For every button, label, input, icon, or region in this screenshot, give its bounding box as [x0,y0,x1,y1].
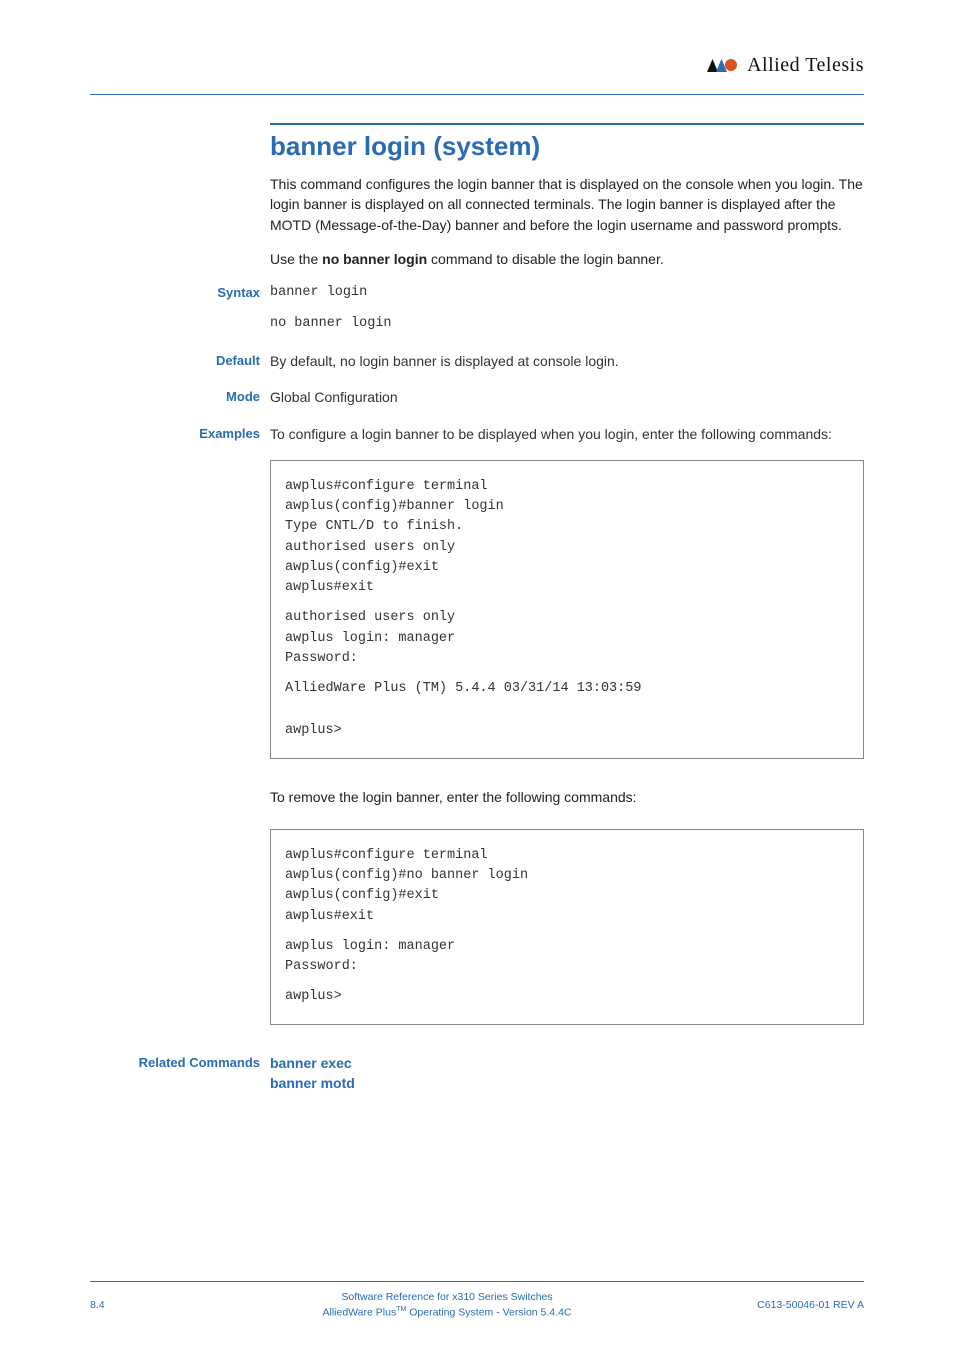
brand-logo: Allied Telesis [707,54,864,77]
mode-label: Mode [90,387,260,407]
syntax-line-2: no banner login [270,314,864,335]
command-description: This command configures the login banner… [270,174,864,235]
example-box-2: awplus#configure terminal awplus(config)… [270,829,864,1025]
code-line: awplus#configure terminal [285,846,849,866]
usage-suffix: command to disable the login banner. [427,251,664,267]
page-header: Allied Telesis [90,40,864,90]
code-line: awplus#exit [285,907,849,927]
syntax-section: Syntax banner login no banner login [270,283,864,335]
code-line: awplus login: manager [285,937,849,957]
examples-intro: To configure a login banner to be displa… [270,424,864,444]
code-line: awplus(config)#no banner login [285,866,849,886]
syntax-label: Syntax [90,283,260,303]
usage-prefix: Use the [270,251,322,267]
footer-page-number: 8.4 [90,1299,170,1311]
default-label: Default [90,351,260,371]
examples-label: Examples [90,424,260,444]
code-line: awplus(config)#exit [285,558,849,578]
footer-title-line-2: AlliedWare PlusTM Operating System - Ver… [170,1305,724,1320]
header-divider [90,94,864,95]
default-text: By default, no login banner is displayed… [270,351,864,371]
title-rule [270,123,864,125]
usage-bold-command: no banner login [322,251,427,267]
examples-intro-2: To remove the login banner, enter the fo… [270,787,864,807]
code-line: Type CNTL/D to finish. [285,517,849,537]
page-title: banner login (system) [270,131,864,162]
related-link-banner-exec[interactable]: banner exec [270,1053,864,1073]
code-line: awplus login: manager [285,629,849,649]
example-box-1: awplus#configure terminal awplus(config)… [270,460,864,759]
footer-title-line-1: Software Reference for x310 Series Switc… [170,1290,724,1305]
default-section: Default By default, no login banner is d… [270,351,864,371]
footer-divider [90,1281,864,1282]
footer-doc-id: C613-50046-01 REV A [724,1299,864,1311]
code-line: awplus#configure terminal [285,477,849,497]
code-line: AlliedWare Plus (TM) 5.4.4 03/31/14 13:0… [285,679,849,699]
code-line: awplus(config)#exit [285,886,849,906]
usage-note: Use the no banner login command to disab… [270,249,864,269]
mode-section: Mode Global Configuration [270,387,864,407]
code-line: awplus(config)#banner login [285,497,849,517]
code-line: Password: [285,957,849,977]
related-commands-section: Related Commands banner exec banner motd [270,1053,864,1094]
footer-center: Software Reference for x310 Series Switc… [170,1290,724,1320]
footer-trademark: TM [396,1306,406,1313]
code-line: Password: [285,649,849,669]
brand-logo-icon [707,56,741,74]
code-line: authorised users only [285,608,849,628]
page-footer: 8.4 Software Reference for x310 Series S… [90,1281,864,1320]
code-line: awplus#exit [285,578,849,598]
syntax-line-1: banner login [270,283,864,304]
brand-name: Allied Telesis [747,54,864,77]
code-line: awplus> [285,721,849,741]
related-link-banner-motd[interactable]: banner motd [270,1073,864,1093]
footer-os-name: AlliedWare Plus [322,1306,396,1318]
footer-os-version: Operating System - Version 5.4.4C [406,1306,571,1318]
mode-text: Global Configuration [270,387,864,407]
code-line: awplus> [285,987,849,1007]
examples-section: Examples To configure a login banner to … [270,424,864,444]
code-line: authorised users only [285,538,849,558]
related-commands-label: Related Commands [90,1053,260,1073]
